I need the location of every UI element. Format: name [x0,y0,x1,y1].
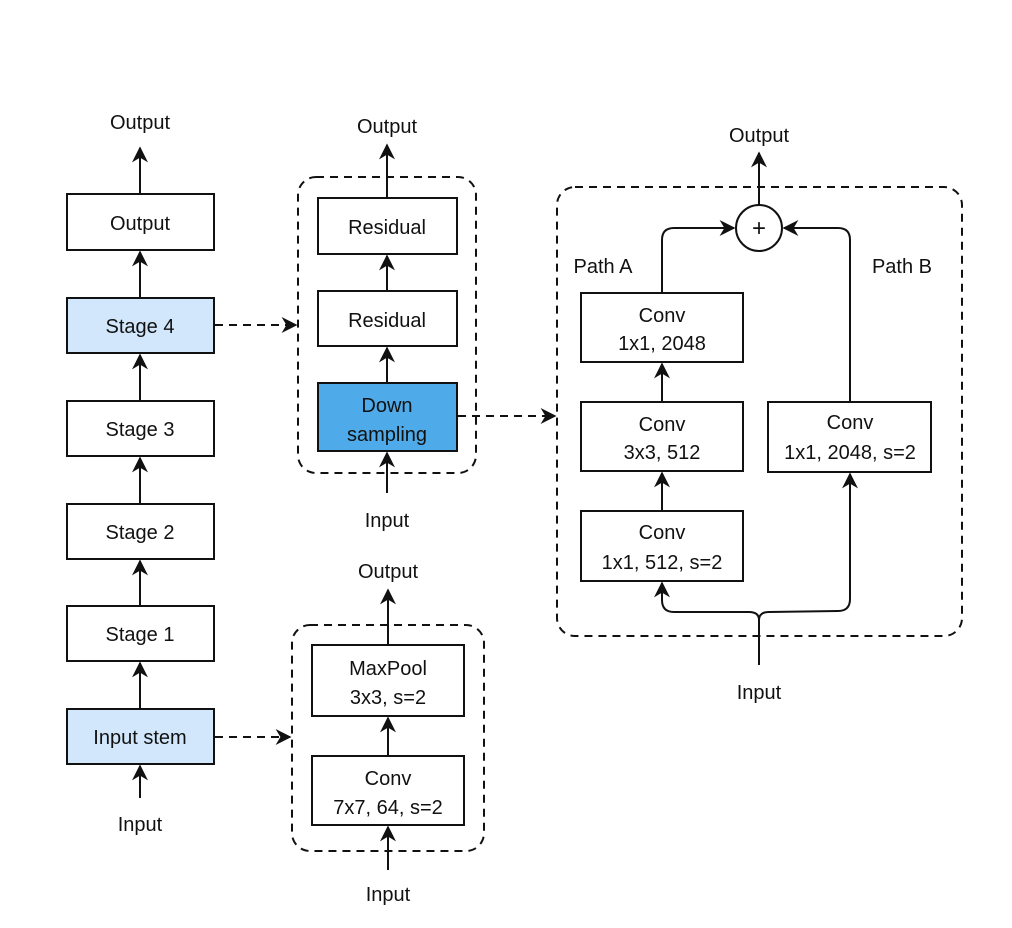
block-down-sampling: Down sampling [317,382,458,452]
left-input-label: Input [118,814,163,836]
block-output: Output [66,193,215,251]
block-stage-2: Stage 2 [66,503,215,560]
block-residual-top: Residual [317,197,458,255]
block-label: 3x3, s=2 [350,687,426,709]
stem-detail: Output MaxPool 3x3, s=2 Conv 7x7, 64, s=… [291,561,485,906]
path-b-arrow [782,220,851,401]
block-stage-1: Stage 1 [66,605,215,662]
block-label: 1x1, 512, s=2 [602,552,723,574]
block-label: Stage 3 [106,419,175,441]
block-conv-b: Conv 1x1, 2048, s=2 [767,401,932,473]
path-a-label: Path A [574,256,634,278]
block-conv-a-top: Conv 1x1, 2048 [580,292,744,363]
block-residual-bottom: Residual [317,290,458,347]
path-b-label: Path B [872,256,932,278]
input-branch-a [654,581,760,621]
block-label: Conv [639,414,686,436]
ds-output-label: Output [729,125,789,147]
block-maxpool: MaxPool 3x3, s=2 [311,644,465,717]
block-label: sampling [347,424,427,446]
block-label: 3x3, 512 [624,442,701,464]
block-stage-4: Stage 4 [66,297,215,354]
add-node: + [735,204,783,252]
block-stage-3: Stage 3 [66,400,215,457]
downsampling-detail: Output + Path A Path B Conv 1x1, 2048 Co… [556,125,963,704]
block-label: Residual [348,310,426,332]
stage-input-label: Input [365,510,410,532]
block-label: Stage 4 [106,316,175,338]
stem-output-label: Output [358,561,418,583]
block-input-stem: Input stem [66,708,215,765]
block-conv-a-mid: Conv 3x3, 512 [580,401,744,472]
block-label: 7x7, 64, s=2 [333,797,443,819]
stage-detail: Output Residual Residual Down sampling I… [297,116,477,532]
path-a-arrow [661,220,736,292]
input-branch-b [758,472,858,621]
plus-icon: + [752,215,766,242]
block-label: Conv [639,305,686,327]
block-label: 1x1, 2048 [618,333,706,355]
block-label: Down [361,395,412,417]
block-label: Stage 2 [106,522,175,544]
stage-output-label: Output [357,116,417,138]
overall-architecture: Output Output Stage 4 Stage 3 Stage 2 St… [66,112,215,836]
block-label: Output [110,213,170,235]
block-label: Input stem [93,727,186,749]
block-label: Conv [639,522,686,544]
block-label: 1x1, 2048, s=2 [784,442,916,464]
ds-input-label: Input [737,682,782,704]
resnet-diagram: Output Output Stage 4 Stage 3 Stage 2 St… [66,112,963,906]
block-label: Conv [827,412,874,434]
block-label: MaxPool [349,658,427,680]
block-conv-7x7: Conv 7x7, 64, s=2 [311,755,465,826]
block-label: Conv [365,768,412,790]
block-conv-a-bottom: Conv 1x1, 512, s=2 [580,510,744,582]
stem-input-label: Input [366,884,411,906]
block-label: Residual [348,217,426,239]
block-label: Stage 1 [106,624,175,646]
left-output-label: Output [110,112,170,134]
